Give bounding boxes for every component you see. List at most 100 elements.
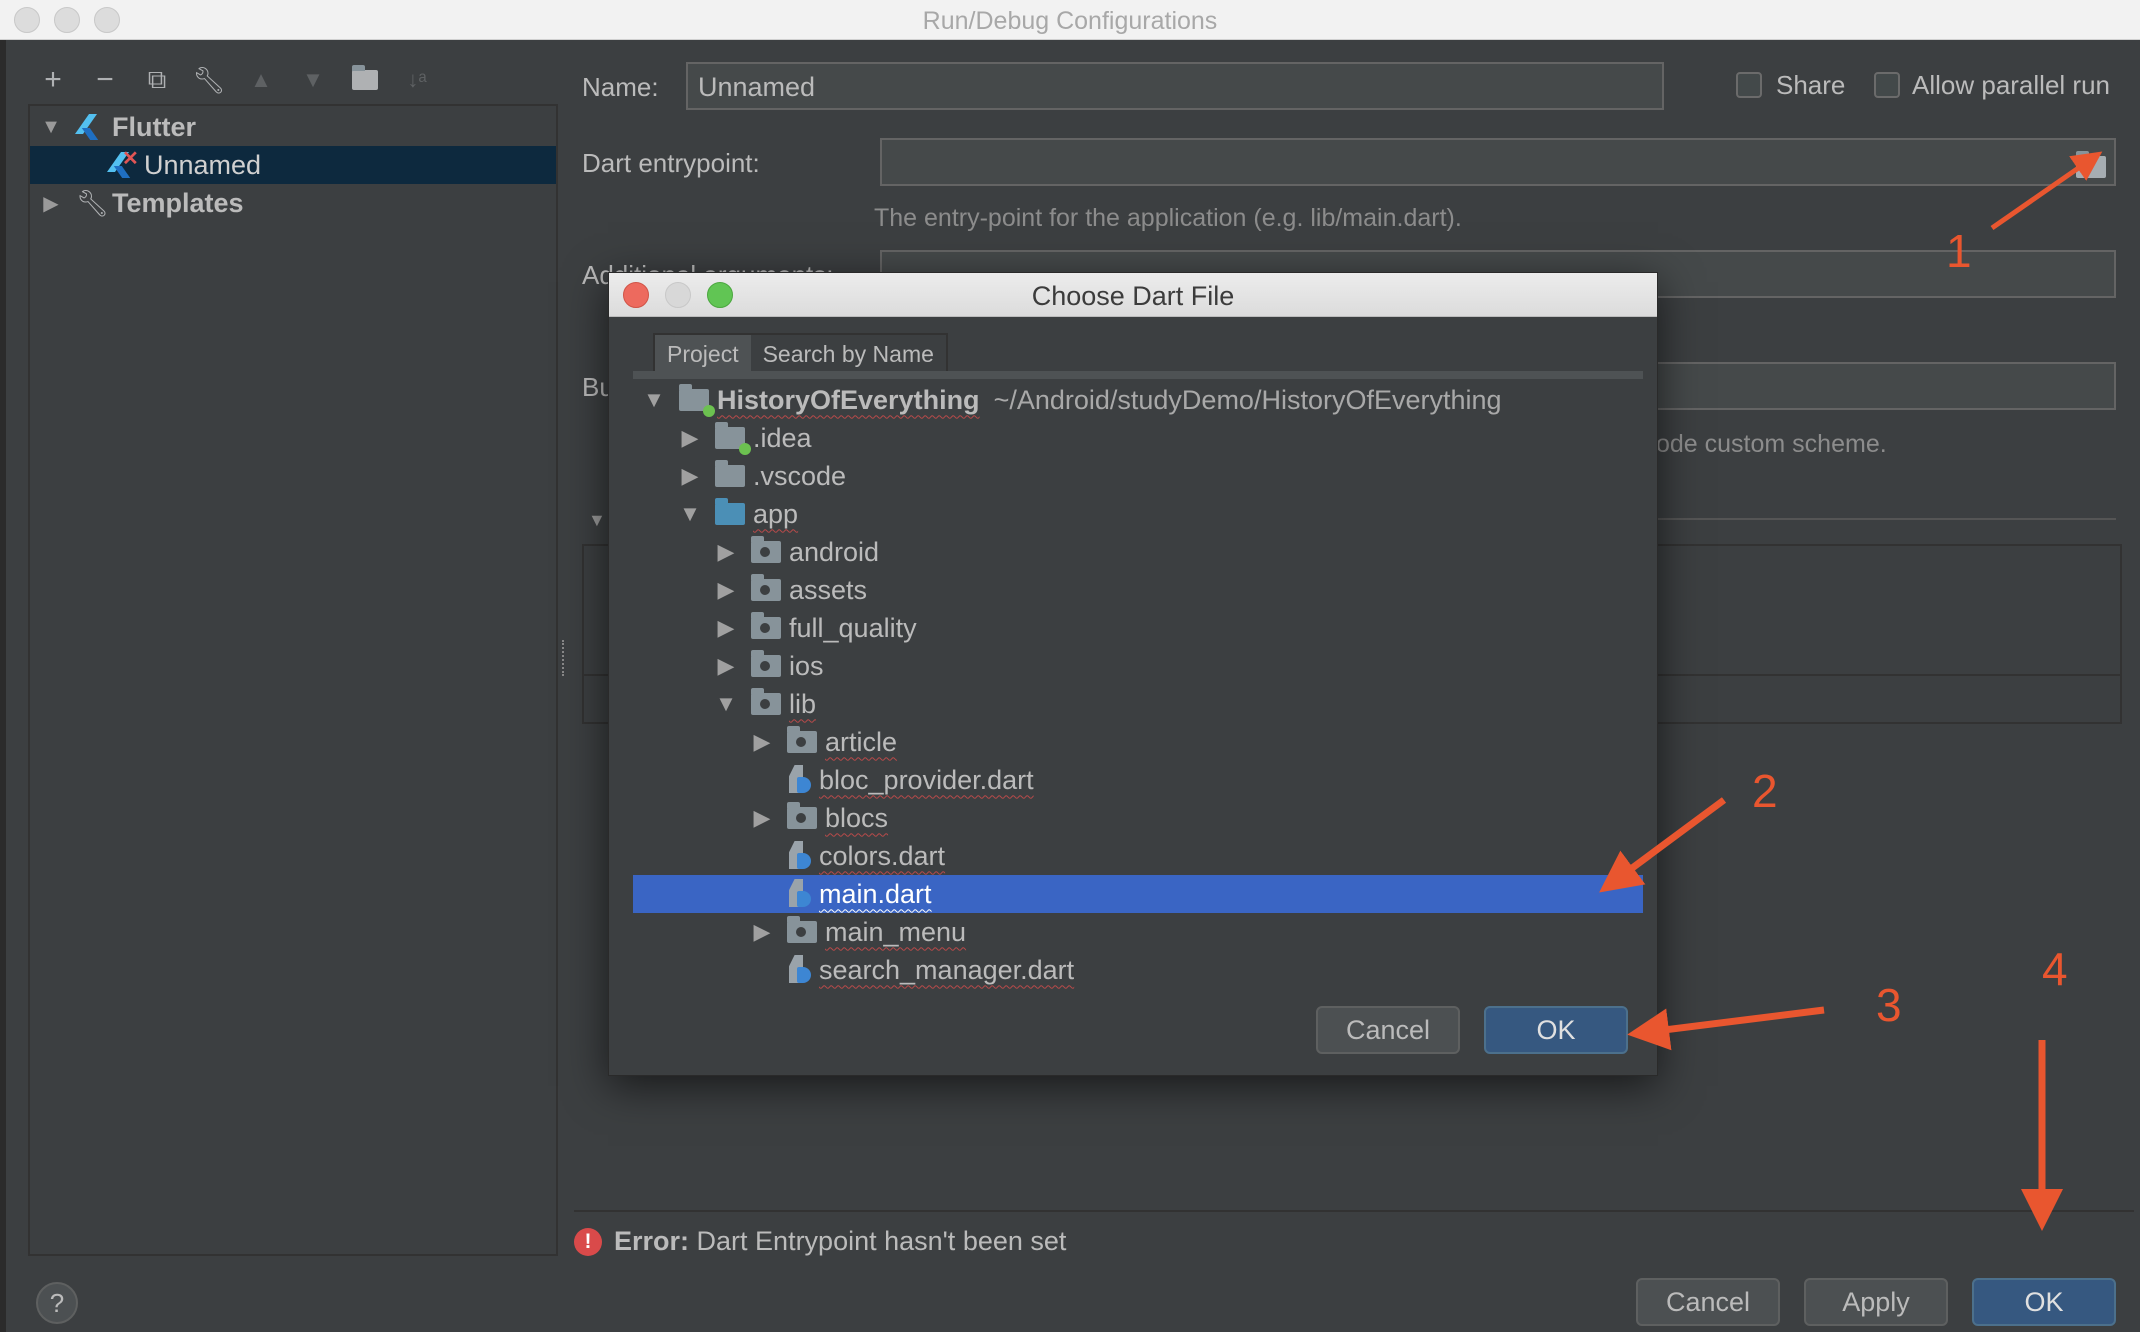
folder-item[interactable]: ▶ android — [633, 533, 1643, 571]
item-name: main_menu — [825, 916, 967, 947]
configuration-tree: ▼ Flutter ✕ Unnamed ▶ 🔧︎ Templates — [28, 104, 558, 1256]
annotation-3: 3 — [1876, 979, 1902, 1031]
package-dot-icon — [760, 547, 770, 557]
folder-icon — [715, 498, 745, 525]
build-flavor-input[interactable] — [1640, 362, 2116, 410]
package-dot-icon — [796, 737, 806, 747]
package-folder-icon — [751, 688, 781, 715]
error-icon: ! — [574, 1227, 602, 1256]
copy-icon[interactable]: ⧉ — [140, 63, 174, 97]
module-dot-icon — [703, 405, 715, 417]
splitter-handle[interactable] — [562, 640, 568, 676]
sort-alpha-icon[interactable]: ↓ᵃ — [400, 63, 434, 97]
footer-divider — [574, 1210, 2134, 1212]
browse-folder-icon[interactable] — [2076, 151, 2106, 178]
expand-arrow-icon[interactable]: ▼ — [40, 116, 62, 139]
expand-arrow-icon[interactable]: ▼ — [641, 387, 667, 413]
folder-item[interactable]: ▶ .vscode — [633, 457, 1643, 495]
help-button[interactable]: ? — [36, 1282, 78, 1324]
window-title: Run/Debug Configurations — [922, 7, 1218, 35]
choose-dart-file-dialog: Choose Dart File Project Search by Name … — [608, 272, 1658, 1076]
item-name: colors.dart — [819, 840, 946, 871]
item-name: lib — [789, 688, 817, 719]
collapse-arrow-icon[interactable]: ▶ — [749, 919, 775, 945]
folder-item[interactable]: ▼ app — [633, 495, 1643, 533]
collapse-arrow-icon[interactable]: ▶ — [40, 191, 62, 216]
remove-icon[interactable]: − — [88, 63, 122, 97]
folder-item[interactable]: ▶ full_quality — [633, 609, 1643, 647]
custom-scheme-hint: ode custom scheme. — [1656, 430, 1887, 458]
dialog-titlebar: Choose Dart File — [609, 273, 1657, 317]
tree-item-unnamed[interactable]: ✕ Unnamed — [30, 146, 556, 184]
dart-file-icon — [787, 765, 811, 795]
collapse-arrow-icon[interactable]: ▶ — [713, 539, 739, 565]
folder-item[interactable]: ▶ blocs — [633, 799, 1643, 837]
wrench-icon: 🔧︎ — [76, 187, 110, 218]
folder-item[interactable]: ▶ ios — [633, 647, 1643, 685]
collapse-arrow-icon[interactable]: ▶ — [749, 805, 775, 831]
allow-parallel-checkbox[interactable] — [1874, 72, 1900, 98]
apply-button[interactable]: Apply — [1804, 1278, 1948, 1326]
folder-item[interactable]: ▼ lib — [633, 685, 1643, 723]
collapse-arrow-icon[interactable]: ▶ — [713, 653, 739, 679]
folder-item[interactable]: ▼ HistoryOfEverything ~/Android/studyDemo/… — [633, 381, 1643, 419]
dart-file-icon — [787, 841, 811, 871]
folder-item[interactable]: ▶ .idea — [633, 419, 1643, 457]
window-titlebar: Run/Debug Configurations — [0, 0, 2140, 40]
tab-project[interactable]: Project — [655, 335, 751, 373]
file-item[interactable]: search_manager.dart — [633, 951, 1643, 989]
collapse-arrow-icon[interactable]: ▶ — [713, 577, 739, 603]
package-dot-icon — [796, 927, 806, 937]
collapse-arrow-icon[interactable]: ▶ — [677, 425, 703, 451]
dialog-ok-button[interactable]: OK — [1484, 1006, 1628, 1054]
new-folder-icon[interactable] — [348, 63, 382, 97]
item-name: bloc_provider.dart — [819, 764, 1034, 795]
item-name: .idea — [753, 422, 812, 453]
expand-arrow-icon[interactable]: ▼ — [713, 691, 739, 717]
move-down-icon[interactable]: ▼ — [296, 63, 330, 97]
dart-entrypoint-label: Dart entrypoint: — [582, 148, 760, 178]
tree-item-templates[interactable]: ▶ 🔧︎ Templates — [30, 184, 556, 222]
package-dot-icon — [760, 585, 770, 595]
collapse-arrow-icon[interactable]: ▶ — [749, 729, 775, 755]
collapse-arrow-icon[interactable]: ▶ — [713, 615, 739, 641]
name-input[interactable]: Unnamed — [686, 62, 1664, 110]
annotation-4: 4 — [2042, 943, 2068, 995]
folder-item[interactable]: ▶ article — [633, 723, 1643, 761]
item-name: search_manager.dart — [819, 954, 1075, 985]
file-item[interactable]: main.dart — [633, 875, 1643, 913]
package-folder-icon — [751, 574, 781, 601]
folder-item[interactable]: ▶ assets — [633, 571, 1643, 609]
collapse-arrow-icon[interactable]: ▶ — [677, 463, 703, 489]
package-folder-icon — [751, 650, 781, 677]
file-item[interactable]: bloc_provider.dart — [633, 761, 1643, 799]
dart-file-icon — [787, 879, 811, 909]
item-name: app — [753, 498, 799, 529]
dialog-cancel-button[interactable]: Cancel — [1316, 1006, 1460, 1054]
expand-arrow-icon[interactable]: ▼ — [677, 501, 703, 527]
folder-icon — [715, 460, 745, 487]
config-toolbar: + − ⧉ 🔧︎ ▲ ▼ ↓ᵃ — [36, 62, 434, 98]
package-folder-icon — [751, 612, 781, 639]
add-icon[interactable]: + — [36, 63, 70, 97]
before-launch-collapse-icon[interactable]: ▼ — [588, 510, 606, 531]
project-path: ~/Android/studyDemo/HistoryOfEverything — [993, 384, 1502, 415]
package-folder-icon — [751, 536, 781, 563]
dart-entrypoint-input[interactable] — [880, 138, 2116, 186]
tab-search-by-name[interactable]: Search by Name — [750, 335, 946, 373]
allow-parallel-label: Allow parallel run — [1912, 70, 2110, 100]
section-divider — [1640, 518, 2116, 520]
ok-button[interactable]: OK — [1972, 1278, 2116, 1326]
share-checkbox[interactable] — [1736, 72, 1762, 98]
cancel-button[interactable]: Cancel — [1636, 1278, 1780, 1326]
file-item[interactable]: colors.dart — [633, 837, 1643, 875]
wrench-icon[interactable]: 🔧︎ — [192, 63, 226, 97]
share-label: Share — [1776, 70, 1846, 100]
tree-item-flutter[interactable]: ▼ Flutter — [30, 108, 556, 146]
item-name: blocs — [825, 802, 889, 833]
move-up-icon[interactable]: ▲ — [244, 63, 278, 97]
item-name: .vscode — [753, 460, 847, 491]
entrypoint-hint: The entry-point for the application (e.g… — [874, 204, 1462, 232]
folder-item[interactable]: ▶ main_menu — [633, 913, 1643, 951]
package-dot-icon — [760, 661, 770, 671]
